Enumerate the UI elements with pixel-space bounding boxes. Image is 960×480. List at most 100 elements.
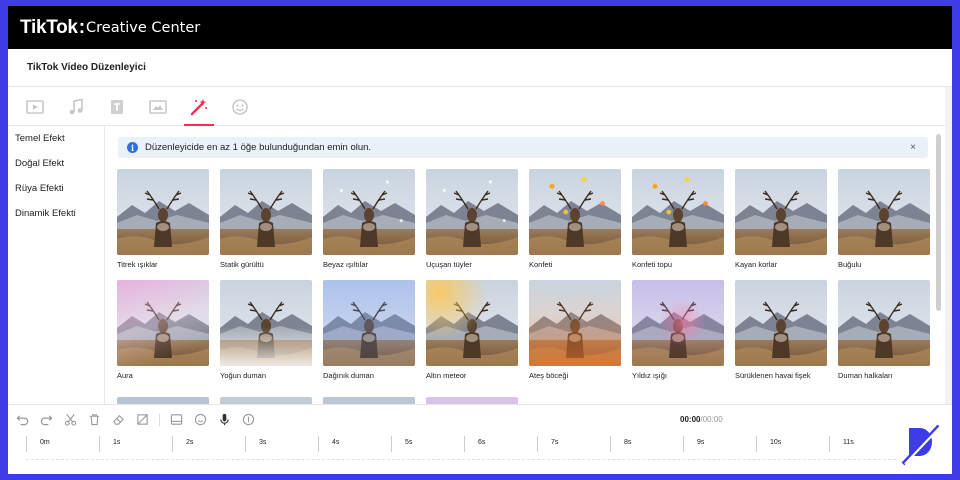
microphone-icon[interactable]: [217, 412, 232, 427]
effect-card[interactable]: Konfeti: [529, 169, 621, 269]
deer-preview-image: [735, 169, 827, 255]
effect-label: Buğulu: [838, 260, 862, 269]
deer-preview-image: [220, 169, 312, 255]
effect-overlay: [220, 280, 312, 366]
effect-thumbnail: [220, 169, 312, 255]
caption-icon[interactable]: [169, 412, 184, 427]
sidebar-item-ruya-efekti[interactable]: Rüya Efekti: [8, 176, 104, 201]
effect-label: Beyaz ışıltılar: [323, 260, 369, 269]
close-icon[interactable]: ×: [910, 142, 916, 153]
effect-card[interactable]: Beyaz ışıltılar: [323, 169, 415, 269]
timeline-tick-label: 10s: [770, 439, 782, 446]
effect-card[interactable]: Dağınık duman: [323, 280, 415, 380]
editor-toolbar: [8, 404, 952, 434]
tab-video[interactable]: [20, 88, 50, 126]
effect-thumbnail: [838, 280, 930, 366]
info-alert: i Düzenleyicide en az 1 öğe bulunduğunda…: [118, 137, 928, 158]
tab-transition[interactable]: [143, 88, 173, 126]
sticker-icon: [232, 98, 248, 115]
effect-label: Konfeti: [529, 260, 553, 269]
effect-thumbnail: [838, 169, 930, 255]
tab-text[interactable]: [102, 88, 132, 126]
crop-icon[interactable]: [135, 412, 150, 427]
effect-thumbnail: [323, 169, 415, 255]
effect-label: Konfeti topu: [632, 260, 673, 269]
timeline-tick-label: 7s: [551, 439, 559, 446]
tiktok-logo[interactable]: TikTok: [20, 17, 78, 39]
effect-card[interactable]: Yoğun duman: [220, 280, 312, 380]
app-window: TikTok: Creative Center TikTok Video Düz…: [8, 6, 952, 474]
effect-card-partial[interactable]: [117, 397, 209, 404]
effect-card-partial[interactable]: [220, 397, 312, 404]
text-icon: [111, 99, 123, 114]
timeline-tick: [464, 436, 465, 452]
effect-card[interactable]: Kayan korlar: [735, 169, 827, 269]
effect-overlay: [529, 280, 621, 366]
effect-label: Titrek ışıklar: [117, 260, 158, 269]
effect-label: Altın meteor: [426, 371, 467, 380]
effect-overlay: [117, 280, 209, 366]
audio-icon[interactable]: [241, 412, 256, 427]
deer-preview-image: [838, 169, 930, 255]
effects-wand-icon: [190, 98, 207, 115]
effect-label: Dağınık duman: [323, 371, 374, 380]
effect-card[interactable]: Duman halkaları: [838, 280, 930, 380]
effect-card-partial[interactable]: [426, 397, 518, 404]
timeline-tick-label: 11s: [843, 439, 854, 446]
effect-label: Uçuşan tüyler: [426, 260, 472, 269]
undo-icon[interactable]: [15, 412, 30, 427]
timeline-tick: [391, 436, 392, 452]
tab-effects[interactable]: [184, 88, 214, 126]
effects-panel: i Düzenleyicide en az 1 öğe bulunduğunda…: [105, 126, 945, 404]
effect-thumbnail: [117, 169, 209, 255]
effect-thumbnail: [323, 280, 415, 366]
sidebar-item-dinamik-efekti[interactable]: Dinamik Efekti: [8, 201, 104, 226]
transition-icon: [149, 99, 167, 114]
timeline-tick: [829, 436, 830, 452]
effect-card[interactable]: Statik gürültü: [220, 169, 312, 269]
timecode: 00:00/00:00: [680, 415, 723, 424]
timeline-tick: [756, 436, 757, 452]
page-title: TikTok Video Düzenleyici: [27, 62, 146, 73]
sidebar-item-temel-efekt[interactable]: Temel Efekt: [8, 126, 104, 151]
cut-icon[interactable]: [63, 412, 78, 427]
effect-label: Statik gürültü: [220, 260, 264, 269]
sidebar-item-dogal-efekt[interactable]: Doğal Efekt: [8, 151, 104, 176]
effect-card[interactable]: Konfeti topu: [632, 169, 724, 269]
tab-sticker[interactable]: [225, 88, 255, 126]
effect-card[interactable]: Buğulu: [838, 169, 930, 269]
effects-scrollbar[interactable]: [936, 134, 941, 311]
tab-music[interactable]: [61, 88, 91, 126]
effect-card[interactable]: Titrek ışıklar: [117, 169, 209, 269]
effect-label: Aura: [117, 371, 133, 380]
effect-label: Duman halkaları: [838, 371, 893, 380]
top-bar: TikTok: Creative Center: [8, 6, 952, 49]
redo-icon[interactable]: [39, 412, 54, 427]
timeline-tick: [99, 436, 100, 452]
delete-icon[interactable]: [87, 412, 102, 427]
total-time: /00:00: [700, 415, 723, 424]
timeline-tick: [245, 436, 246, 452]
effect-card[interactable]: Yıldız ışığı: [632, 280, 724, 380]
timeline-tick-label: 5s: [405, 439, 413, 446]
effect-thumbnail: [426, 280, 518, 366]
timeline-tick-label: 2s: [186, 439, 194, 446]
effect-card[interactable]: Aura: [117, 280, 209, 380]
video-icon: [26, 99, 44, 114]
timeline-tick: [683, 436, 684, 452]
effect-card[interactable]: Sürüklenen havai fişek: [735, 280, 827, 380]
effect-card[interactable]: Altın meteor: [426, 280, 518, 380]
sticker-icon[interactable]: [193, 412, 208, 427]
timeline-ruler[interactable]: 0m 1s 2s 3s 4s 5s 6s 7s 8s 9s 10s 11s: [26, 434, 896, 474]
music-icon: [69, 98, 83, 114]
effect-overlay: [426, 169, 518, 255]
timeline-track[interactable]: [26, 459, 896, 460]
eraser-icon[interactable]: [111, 412, 126, 427]
effect-card[interactable]: Ateş böceği: [529, 280, 621, 380]
effect-card-partial[interactable]: [323, 397, 415, 404]
effect-label: Yıldız ışığı: [632, 371, 668, 380]
effect-card[interactable]: Uçuşan tüyler: [426, 169, 518, 269]
effect-thumbnail: [632, 280, 724, 366]
effect-label: Yoğun duman: [220, 371, 267, 380]
timeline-tick-label: 9s: [697, 439, 705, 446]
